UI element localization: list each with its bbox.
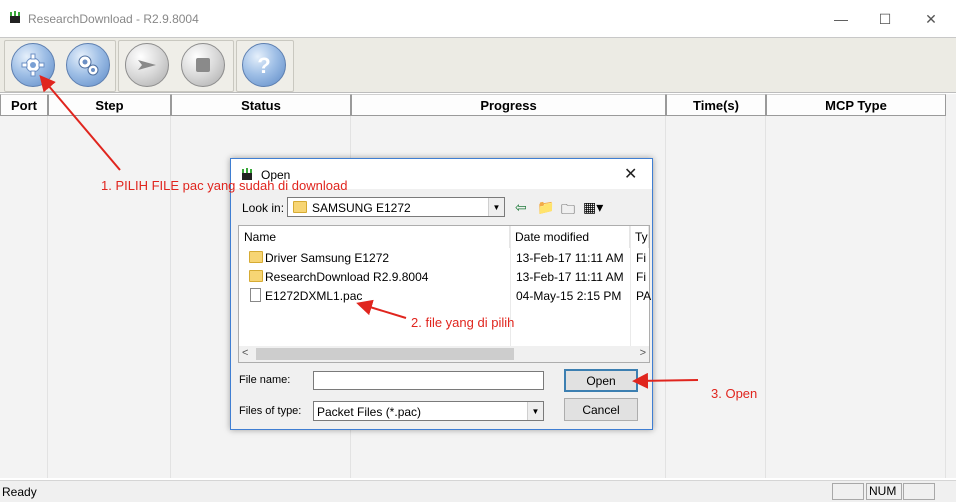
status-cell <box>832 483 864 500</box>
up-folder-icon[interactable]: 📁 <box>537 199 554 216</box>
column-header-port[interactable]: Port <box>0 94 48 116</box>
column-header-progress[interactable]: Progress <box>351 94 666 116</box>
folder-icon <box>249 270 263 282</box>
start-download-button[interactable] <box>125 43 169 87</box>
cancel-button[interactable]: Cancel <box>564 398 638 421</box>
look-in-label: Look in: <box>242 201 285 215</box>
annotation-step-1: 1. PILIH FILE pac yang sudah di download <box>101 178 348 193</box>
close-button[interactable]: ✕ <box>908 4 954 34</box>
file-date: 13-Feb-17 11:11 AM <box>516 270 624 284</box>
file-name-input[interactable] <box>313 371 544 390</box>
file-name: E1272DXML1.pac <box>265 289 363 303</box>
file-name: ResearchDownload R2.9.8004 <box>265 270 429 284</box>
maximize-button[interactable]: ☐ <box>862 4 908 34</box>
files-of-type-label: Files of type: <box>239 405 302 417</box>
open-file-dialog: Open ✕ Look in: SAMSUNG E1272 ▼ ⇦ 📁 🗀 ▦▾… <box>230 158 653 430</box>
view-menu-icon[interactable]: ▦▾ <box>583 199 603 216</box>
column-header-status[interactable]: Status <box>171 94 351 116</box>
look-in-combo[interactable]: SAMSUNG E1272 ▼ <box>287 197 505 217</box>
new-folder-icon[interactable]: 🗀 <box>561 199 575 223</box>
column-header-type[interactable]: Ty <box>630 226 649 248</box>
minimize-icon: — <box>834 11 848 27</box>
maximize-icon: ☐ <box>878 10 892 27</box>
grid-column <box>666 116 766 478</box>
scroll-left-icon[interactable]: < <box>242 347 248 359</box>
grid-column <box>48 116 171 478</box>
close-icon: ✕ <box>925 10 937 27</box>
annotation-step-2: 2. file yang di pilih <box>411 315 515 330</box>
file-type: PA <box>636 289 652 303</box>
settings-button[interactable] <box>66 43 110 87</box>
num-lock-indicator: NUM <box>866 483 902 500</box>
column-header-mcp-type[interactable]: MCP Type <box>766 94 946 116</box>
play-icon <box>138 60 156 70</box>
help-icon: ? <box>257 53 270 78</box>
files-of-type-value: Packet Files (*.pac) <box>317 405 422 419</box>
load-packet-button[interactable] <box>11 43 55 87</box>
file-name: Driver Samsung E1272 <box>265 251 390 265</box>
look-in-value: SAMSUNG E1272 <box>312 201 411 215</box>
file-icon <box>250 288 261 302</box>
svg-text:?: ? <box>257 53 270 78</box>
file-type: Fi <box>636 270 646 284</box>
file-row-folder[interactable]: ResearchDownload R2.9.8004 13-Feb-17 11:… <box>239 267 649 286</box>
horizontal-scrollbar[interactable]: < > <box>239 346 649 362</box>
file-type: Fi <box>636 251 646 265</box>
column-header-name[interactable]: Name <box>239 226 510 248</box>
minimize-button[interactable]: — <box>818 4 864 34</box>
status-bar: Ready NUM <box>0 480 956 502</box>
folder-icon <box>293 201 307 213</box>
stop-download-button[interactable] <box>181 43 225 87</box>
file-row-pac[interactable]: E1272DXML1.pac 04-May-15 2:15 PM PA <box>239 286 652 305</box>
chevron-down-icon: ▼ <box>488 198 504 216</box>
file-list: Name Date modified Ty Driver Samsung E12… <box>238 225 652 363</box>
file-name-label: File name: <box>239 374 291 386</box>
column-header-step[interactable]: Step <box>48 94 171 116</box>
file-date: 13-Feb-17 11:11 AM <box>516 251 624 265</box>
status-text: Ready <box>2 485 37 499</box>
window-title: ResearchDownload - R2.9.8004 <box>28 12 199 26</box>
scroll-right-icon[interactable]: > <box>640 347 646 359</box>
folder-icon <box>249 251 263 263</box>
files-of-type-select[interactable]: Packet Files (*.pac) ▼ <box>313 401 544 421</box>
stop-icon <box>196 58 210 72</box>
grid-column <box>766 116 946 478</box>
help-button[interactable]: ? <box>242 43 286 87</box>
file-date: 04-May-15 2:15 PM <box>516 289 622 303</box>
dialog-close-button[interactable]: ✕ <box>624 164 637 184</box>
nav-toolbar: ⇦ 📁 🗀 ▦▾ <box>513 199 613 219</box>
toolbar: ? <box>0 37 956 93</box>
gear-icon <box>21 53 45 77</box>
annotation-step-3: 3. Open <box>711 386 758 401</box>
scroll-thumb[interactable] <box>256 348 514 360</box>
app-icon <box>10 11 20 23</box>
title-bar: ResearchDownload - R2.9.8004 — ☐ ✕ <box>0 0 956 38</box>
status-cell <box>903 483 935 500</box>
chevron-down-icon: ▼ <box>527 402 543 420</box>
open-button[interactable]: Open <box>564 369 638 392</box>
column-header-date-modified[interactable]: Date modified <box>510 226 630 248</box>
back-icon[interactable]: ⇦ <box>515 199 527 216</box>
column-header-time[interactable]: Time(s) <box>666 94 766 116</box>
file-row-folder[interactable]: Driver Samsung E1272 13-Feb-17 11:11 AM … <box>239 248 649 267</box>
research-download-window: ResearchDownload - R2.9.8004 — ☐ ✕ ? Por… <box>0 0 956 502</box>
gears-icon <box>78 55 99 76</box>
grid-column <box>0 116 48 478</box>
